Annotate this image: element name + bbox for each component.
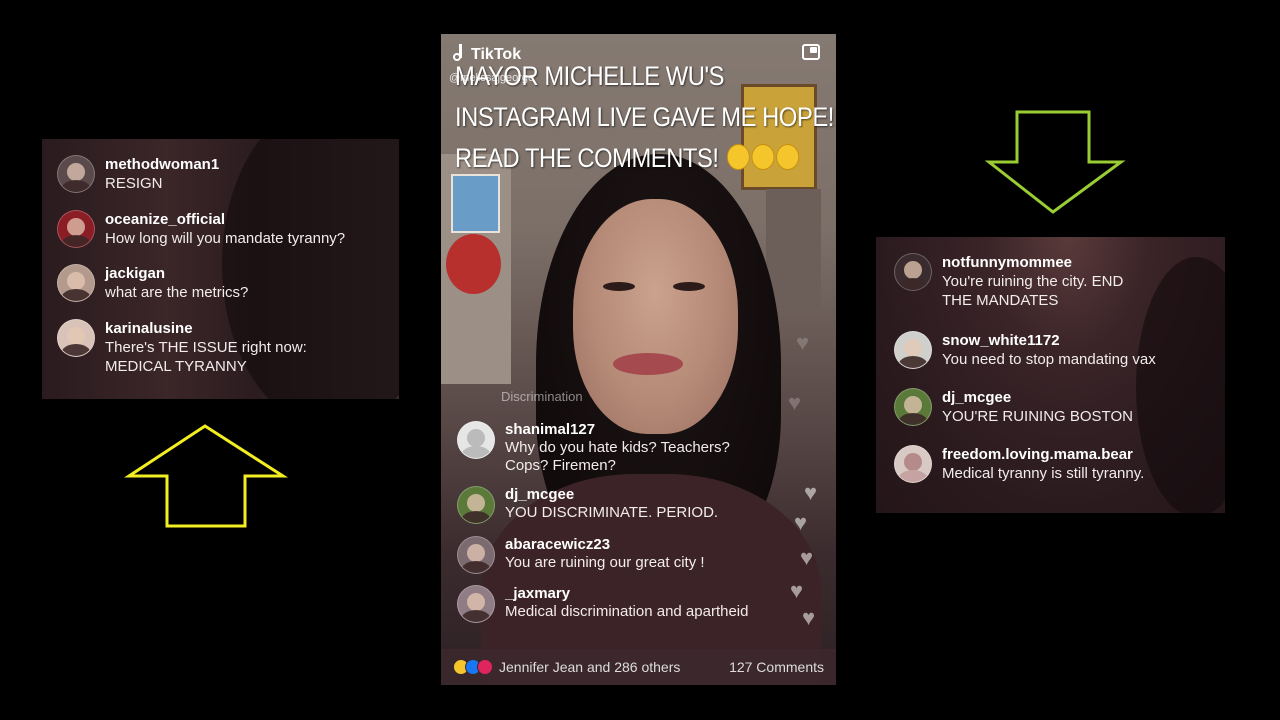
comment-item: snow_white1172 You need to stop mandatin…	[894, 331, 1156, 369]
tiktok-video-frame: MAYOR MICHELLE WU'S INSTAGRAM LIVE GAVE …	[441, 34, 836, 685]
avatar	[894, 253, 932, 291]
comment-text-line2: THE MANDATES	[942, 292, 1059, 309]
comment-item: karinalusine There's THE ISSUE right now…	[57, 319, 307, 376]
caption-line-3: READ THE COMMENTS!	[455, 138, 799, 179]
comment-item: _jaxmary Medical discrimination and apar…	[457, 585, 748, 623]
avatar	[894, 445, 932, 483]
wall-picture	[766, 189, 821, 309]
person-lips	[613, 353, 683, 375]
reactions-footer: Jennifer Jean and 286 others 127 Comment…	[441, 649, 836, 685]
right-comments-panel: notfunnymommee You're ruining the city. …	[876, 237, 1225, 513]
likers-text[interactable]: Jennifer Jean and 286 others	[499, 659, 680, 675]
heart-icon	[477, 659, 493, 675]
person-face	[573, 199, 738, 434]
comment-text: YOU DISCRIMINATE. PERIOD.	[505, 504, 719, 521]
tiktok-app-name: TikTok	[471, 46, 522, 63]
heart-icon: ♥	[790, 578, 804, 603]
comment-item: notfunnymommee You're ruining the city. …	[894, 253, 1123, 310]
comment-username: dj_mcgee	[942, 389, 1012, 406]
floating-hearts: ♥ ♥ ♥ ♥ ♥ ♥ ♥	[786, 330, 831, 634]
heart-icon: ♥	[796, 330, 810, 355]
laughing-emoji-icon	[775, 144, 799, 170]
comment-username: oceanize_official	[105, 211, 226, 228]
comment-item: shanimal127 Why do you hate kids? Teache…	[457, 421, 730, 475]
comment-text: How long will you mandate tyranny?	[105, 230, 346, 247]
comment-text: You're ruining the city. END	[942, 273, 1124, 290]
comment-item: methodwoman1 RESIGN	[57, 155, 219, 193]
comment-item: dj_mcgee YOU DISCRIMINATE. PERIOD.	[457, 486, 718, 524]
up-arrow-icon	[123, 424, 289, 528]
left-comments-panel: methodwoman1 RESIGN oceanize_official Ho…	[42, 139, 399, 399]
avatar	[894, 388, 932, 426]
heart-icon: ♥	[802, 605, 816, 630]
down-arrow-icon	[984, 110, 1126, 214]
comment-username: dj_mcgee	[505, 486, 575, 503]
laughing-emoji-icon	[751, 144, 775, 170]
comment-item: jackigan what are the metrics?	[57, 264, 248, 302]
comment-username: methodwoman1	[105, 156, 220, 173]
comment-count[interactable]: 127 Comments	[729, 659, 824, 675]
heart-icon: ♥	[804, 480, 818, 505]
tiktok-note-icon	[453, 44, 467, 62]
caption-line-2: INSTAGRAM LIVE GAVE ME HOPE!!	[455, 102, 836, 132]
comment-text: RESIGN	[105, 175, 163, 192]
comment-text-line2: MEDICAL TYRANNY	[105, 358, 247, 375]
comment-username: _jaxmary	[505, 585, 571, 602]
comment-username: shanimal127	[505, 421, 596, 438]
reaction-icons[interactable]	[453, 659, 493, 675]
wall-picture	[451, 174, 500, 233]
person-eye	[603, 282, 635, 291]
avatar	[57, 210, 95, 248]
comment-text: There's THE ISSUE right now:	[105, 339, 307, 356]
comment-text: Why do you hate kids? Teachers?	[505, 439, 730, 456]
tiktok-logo: TikTok	[453, 44, 521, 64]
heart-icon: ♥	[800, 545, 814, 570]
comment-text: You need to stop mandating vax	[942, 351, 1156, 368]
comment-username: freedom.loving.mama.bear	[942, 446, 1133, 463]
heart-icon: ♥	[788, 390, 802, 415]
comment-item: freedom.loving.mama.bear Medical tyranny…	[894, 445, 1144, 483]
avatar	[457, 585, 495, 623]
comment-username: jackigan	[105, 265, 166, 282]
person-eye	[673, 282, 705, 291]
comment-text: You are ruining our great city !	[505, 554, 705, 571]
comment-text: YOU'RE RUINING BOSTON	[942, 408, 1133, 425]
comment-text: what are the metrics?	[105, 284, 249, 301]
comment-username: notfunnymommee	[942, 254, 1073, 271]
avatar	[457, 421, 495, 459]
avatar	[457, 536, 495, 574]
comment-text-line2: Cops? Firemen?	[505, 457, 616, 474]
avatar	[57, 264, 95, 302]
avatar	[57, 319, 95, 357]
comment-text: Medical tyranny is still tyranny.	[942, 465, 1145, 482]
comment-text: Medical discrimination and apartheid	[505, 603, 749, 620]
heart-icon: ♥	[794, 510, 808, 535]
comment-item: abaracewicz23 You are ruining our great …	[457, 536, 705, 574]
comment-item: dj_mcgee YOU'RE RUINING BOSTON	[894, 388, 1133, 426]
tiktok-handle: @melissajgeorge	[449, 72, 535, 84]
wall-picture	[446, 234, 501, 294]
avatar	[57, 155, 95, 193]
faded-comment-text: Discrimination	[501, 389, 583, 404]
comment-username: karinalusine	[105, 320, 193, 337]
avatar	[457, 486, 495, 524]
comment-item: oceanize_official How long will you mand…	[57, 210, 345, 248]
avatar	[894, 331, 932, 369]
picture-in-picture-icon[interactable]	[802, 44, 820, 60]
background-shadow	[1136, 257, 1225, 513]
comment-username: snow_white1172	[942, 332, 1060, 349]
comment-username: abaracewicz23	[505, 536, 611, 553]
laughing-emoji-icon	[726, 144, 750, 170]
caption-line-3-text: READ THE COMMENTS!	[455, 143, 719, 173]
